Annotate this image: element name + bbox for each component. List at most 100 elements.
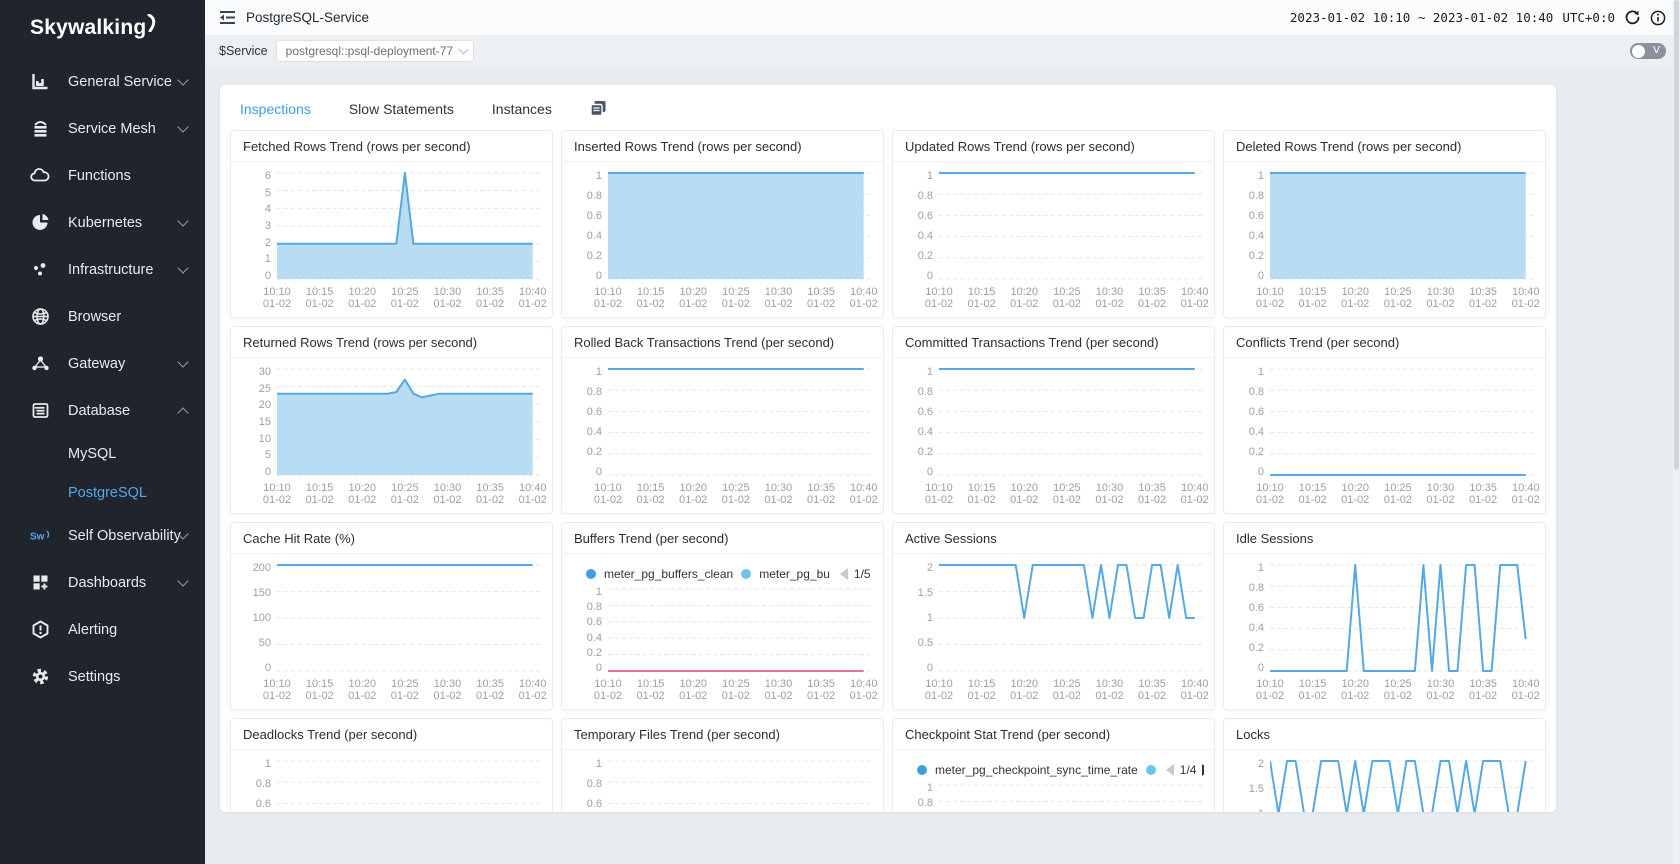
sidebar-item-dashboards[interactable]: Dashboards [0, 559, 205, 606]
chart-plot[interactable] [1270, 366, 1535, 478]
legend-prev-icon[interactable] [1166, 764, 1174, 776]
chart-svg [939, 782, 1204, 812]
tab-inspections[interactable]: Inspections [240, 101, 311, 117]
legend-dot-icon[interactable] [917, 765, 927, 775]
y-tick-label: 0 [927, 466, 933, 478]
x-axis-labels: 10:1001-0210:1501-0210:2001-0210:2501-02… [608, 674, 873, 704]
chart-plot[interactable] [277, 562, 542, 674]
x-tick-label: 10:2501-02 [1384, 286, 1412, 310]
sidebar-item-infrastructure[interactable]: Infrastructure [0, 246, 205, 293]
y-axis-labels: 302520151050 [241, 366, 277, 478]
sidebar-item-database[interactable]: Database [0, 387, 205, 434]
time-range[interactable]: 2023-01-02 10:10 ~ 2023-01-02 10:40 [1290, 10, 1553, 25]
window-scrollbar[interactable] [1673, 0, 1680, 864]
y-tick-label: 1 [596, 758, 602, 770]
chart-plot[interactable] [277, 170, 542, 282]
view-toggle[interactable]: V [1630, 43, 1666, 59]
chart-body: 10.80.60.40.2010:1001-0210:1501-0210:200… [893, 162, 1214, 314]
y-tick-label: 1 [927, 366, 933, 378]
y-tick-label: 0.6 [587, 616, 602, 628]
sidebar-item-functions[interactable]: Functions [0, 152, 205, 199]
sidebar-item-general-service[interactable]: General Service [0, 58, 205, 105]
chart-plot[interactable] [277, 758, 542, 812]
x-tick-label: 10:2001-02 [1010, 482, 1038, 506]
skywalking-logo[interactable]: Skywalking [0, 0, 205, 50]
info-icon[interactable] [1650, 10, 1666, 26]
sidebar-item-gateway[interactable]: Gateway [0, 340, 205, 387]
tab-slow-statements[interactable]: Slow Statements [349, 101, 454, 117]
x-tick-label: 10:1501-02 [637, 678, 665, 702]
chart-plot[interactable] [1270, 562, 1535, 674]
copy-pages-icon[interactable] [590, 100, 607, 117]
y-tick-label: 0.6 [587, 406, 602, 418]
x-tick-label: 10:1001-02 [263, 678, 291, 702]
chart-plot[interactable] [1270, 170, 1535, 282]
legend-label[interactable]: meter_pg_checkpoint_sync_time_rate [935, 763, 1138, 777]
y-tick-label: 1 [1258, 366, 1264, 378]
sidebar-item-label: Database [68, 403, 130, 419]
y-tick-label: 0 [927, 270, 933, 282]
legend-label[interactable]: meter_pg_bu [759, 567, 830, 581]
y-tick-label: 20 [259, 399, 271, 411]
legend-dot-icon[interactable] [741, 569, 751, 579]
x-tick-label: 10:4001-02 [850, 678, 878, 702]
sidebar-collapse-icon[interactable] [219, 10, 236, 25]
x-tick-label: 10:3501-02 [1469, 678, 1497, 702]
chart-plot[interactable] [608, 170, 873, 282]
legend-label[interactable]: meter_pg_buffers_clean [604, 567, 733, 581]
sidebar-item-service-mesh[interactable]: Service Mesh [0, 105, 205, 152]
y-tick-label: 2 [265, 237, 271, 249]
x-tick-label: 10:3501-02 [476, 482, 504, 506]
x-axis-labels: 10:1001-0210:1501-0210:2001-0210:2501-02… [939, 282, 1204, 312]
chart-title: Idle Sessions [1224, 523, 1545, 554]
legend-pager: 1/5 [840, 567, 873, 581]
x-tick-label: 10:2001-02 [1341, 482, 1369, 506]
chart-plot[interactable] [608, 586, 873, 674]
x-axis-labels: 10:1001-0210:1501-0210:2001-0210:2501-02… [1270, 674, 1535, 704]
x-tick-label: 10:1501-02 [306, 678, 334, 702]
chart-svg [277, 366, 542, 478]
sidebar-item-browser[interactable]: Browser [0, 293, 205, 340]
y-tick-label: 0 [265, 466, 271, 478]
y-tick-label: 0 [1258, 466, 1264, 478]
chart-plot[interactable] [939, 562, 1204, 674]
x-tick-label: 10:3501-02 [807, 678, 835, 702]
chart-plot[interactable] [939, 366, 1204, 478]
service-select[interactable]: postgresql::psql-deployment-77 [276, 40, 474, 62]
sidebar-item-postgresql[interactable]: PostgreSQL [0, 473, 205, 512]
chart-plot[interactable] [939, 170, 1204, 282]
top-header: PostgreSQL-Service 2023-01-02 10:10 ~ 20… [205, 0, 1680, 36]
legend-dot-icon[interactable] [1146, 765, 1156, 775]
refresh-icon[interactable] [1624, 9, 1641, 26]
sidebar-item-self-observability[interactable]: SwSelf Observability [0, 512, 205, 559]
sidebar-item-settings[interactable]: Settings [0, 653, 205, 700]
y-axis-labels: 10.80.60.40.20 [1234, 170, 1270, 282]
chart-plot[interactable] [608, 366, 873, 478]
chart-svg [608, 170, 873, 282]
sidebar-item-kubernetes[interactable]: Kubernetes [0, 199, 205, 246]
chart-svg [939, 170, 1204, 282]
window-scrollbar-thumb[interactable] [1674, 0, 1679, 470]
sidebar-item-mysql[interactable]: MySQL [0, 434, 205, 473]
chart-plot[interactable] [1270, 758, 1535, 812]
y-tick-label: 0.2 [918, 446, 933, 458]
legend-dot-icon[interactable] [586, 569, 596, 579]
y-tick-label: 0.4 [1249, 622, 1264, 634]
legend-next-icon[interactable] [1202, 764, 1204, 776]
sidebar-item-alerting[interactable]: Alerting [0, 606, 205, 653]
y-tick-label: 0.4 [918, 230, 933, 242]
chart-plot[interactable] [939, 782, 1204, 812]
y-tick-label: 150 [253, 587, 271, 599]
chart-svg [277, 758, 542, 812]
sidebar-item-label: Alerting [68, 622, 117, 638]
chart-plot[interactable] [277, 366, 542, 478]
tab-bar: Inspections Slow Statements Instances [220, 85, 1556, 128]
chart-body: 10.80.60.40.2010:1001-0210:1501-0210:200… [893, 358, 1214, 510]
alert-hexagon-icon [30, 620, 50, 640]
y-tick-label: 0 [596, 662, 602, 674]
y-tick-label: 0.6 [918, 210, 933, 222]
legend-prev-icon[interactable] [840, 568, 848, 580]
chart-plot[interactable] [608, 758, 873, 812]
tab-instances[interactable]: Instances [492, 101, 552, 117]
layers-icon [30, 119, 50, 139]
